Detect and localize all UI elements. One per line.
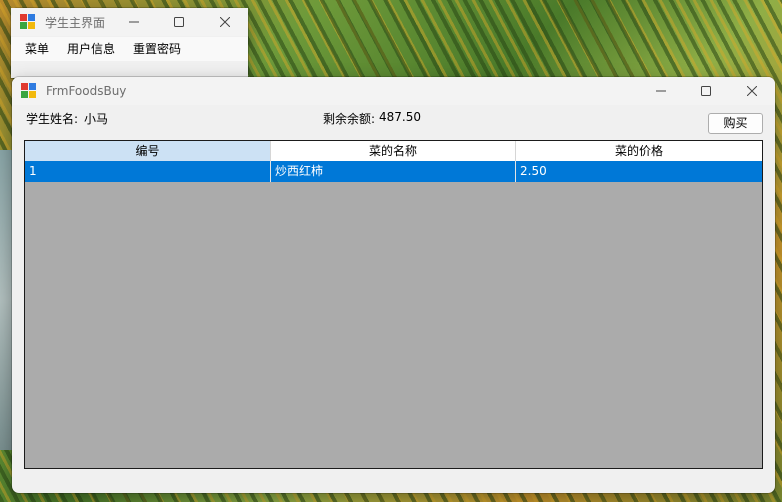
minimize-button[interactable] — [638, 77, 684, 105]
menu-item-user-info[interactable]: 用户信息 — [58, 37, 124, 61]
close-icon — [747, 86, 757, 96]
grid-header-row: 编号 菜的名称 菜的价格 — [25, 141, 762, 161]
minimize-button[interactable] — [111, 8, 157, 36]
menu-item-reset-password[interactable]: 重置密码 — [124, 37, 190, 61]
main-window-titlebar[interactable]: 学生主界面 — [11, 8, 248, 36]
close-button[interactable] — [202, 8, 248, 36]
cell-food-price[interactable]: 2.50 — [516, 161, 762, 182]
maximize-button[interactable] — [156, 8, 202, 36]
foods-window-title: FrmFoodsBuy — [46, 84, 127, 98]
student-name-value: 小马 — [84, 112, 109, 126]
minimize-icon — [656, 90, 666, 92]
buy-button[interactable]: 购买 — [708, 113, 763, 134]
cell-food-name[interactable]: 炒西红柿 — [271, 161, 516, 182]
menu-item-menu[interactable]: 菜单 — [11, 37, 58, 61]
winforms-app-icon — [21, 83, 37, 99]
main-menubar: 菜单 用户信息 重置密码 — [11, 37, 248, 61]
foods-buy-window[interactable]: FrmFoodsBuy 学生姓名: 小马 剩余余额: 487.50 购买 编号 … — [12, 77, 775, 493]
foods-data-grid[interactable]: 编号 菜的名称 菜的价格 1 炒西红柿 2.50 — [24, 140, 763, 469]
balance-label: 剩余余额: — [323, 112, 376, 126]
main-window-title: 学生主界面 — [45, 15, 106, 30]
balance-value: 487.50 — [379, 110, 421, 124]
foods-window-titlebar[interactable]: FrmFoodsBuy — [12, 77, 775, 105]
column-header-food-price[interactable]: 菜的价格 — [516, 141, 762, 161]
minimize-icon — [129, 21, 139, 23]
maximize-icon — [174, 17, 184, 27]
student-main-window[interactable]: 学生主界面 菜单 用户信息 重置密码 — [11, 8, 248, 78]
column-header-food-name[interactable]: 菜的名称 — [271, 141, 516, 161]
table-row[interactable]: 1 炒西红柿 2.50 — [25, 161, 762, 182]
column-header-id[interactable]: 编号 — [25, 141, 271, 161]
maximize-button[interactable] — [683, 77, 729, 105]
close-button[interactable] — [729, 77, 775, 105]
maximize-icon — [701, 86, 711, 96]
cell-id[interactable]: 1 — [25, 161, 271, 182]
close-icon — [220, 17, 230, 27]
student-name-label: 学生姓名: — [26, 112, 79, 126]
winforms-app-icon — [20, 14, 36, 30]
